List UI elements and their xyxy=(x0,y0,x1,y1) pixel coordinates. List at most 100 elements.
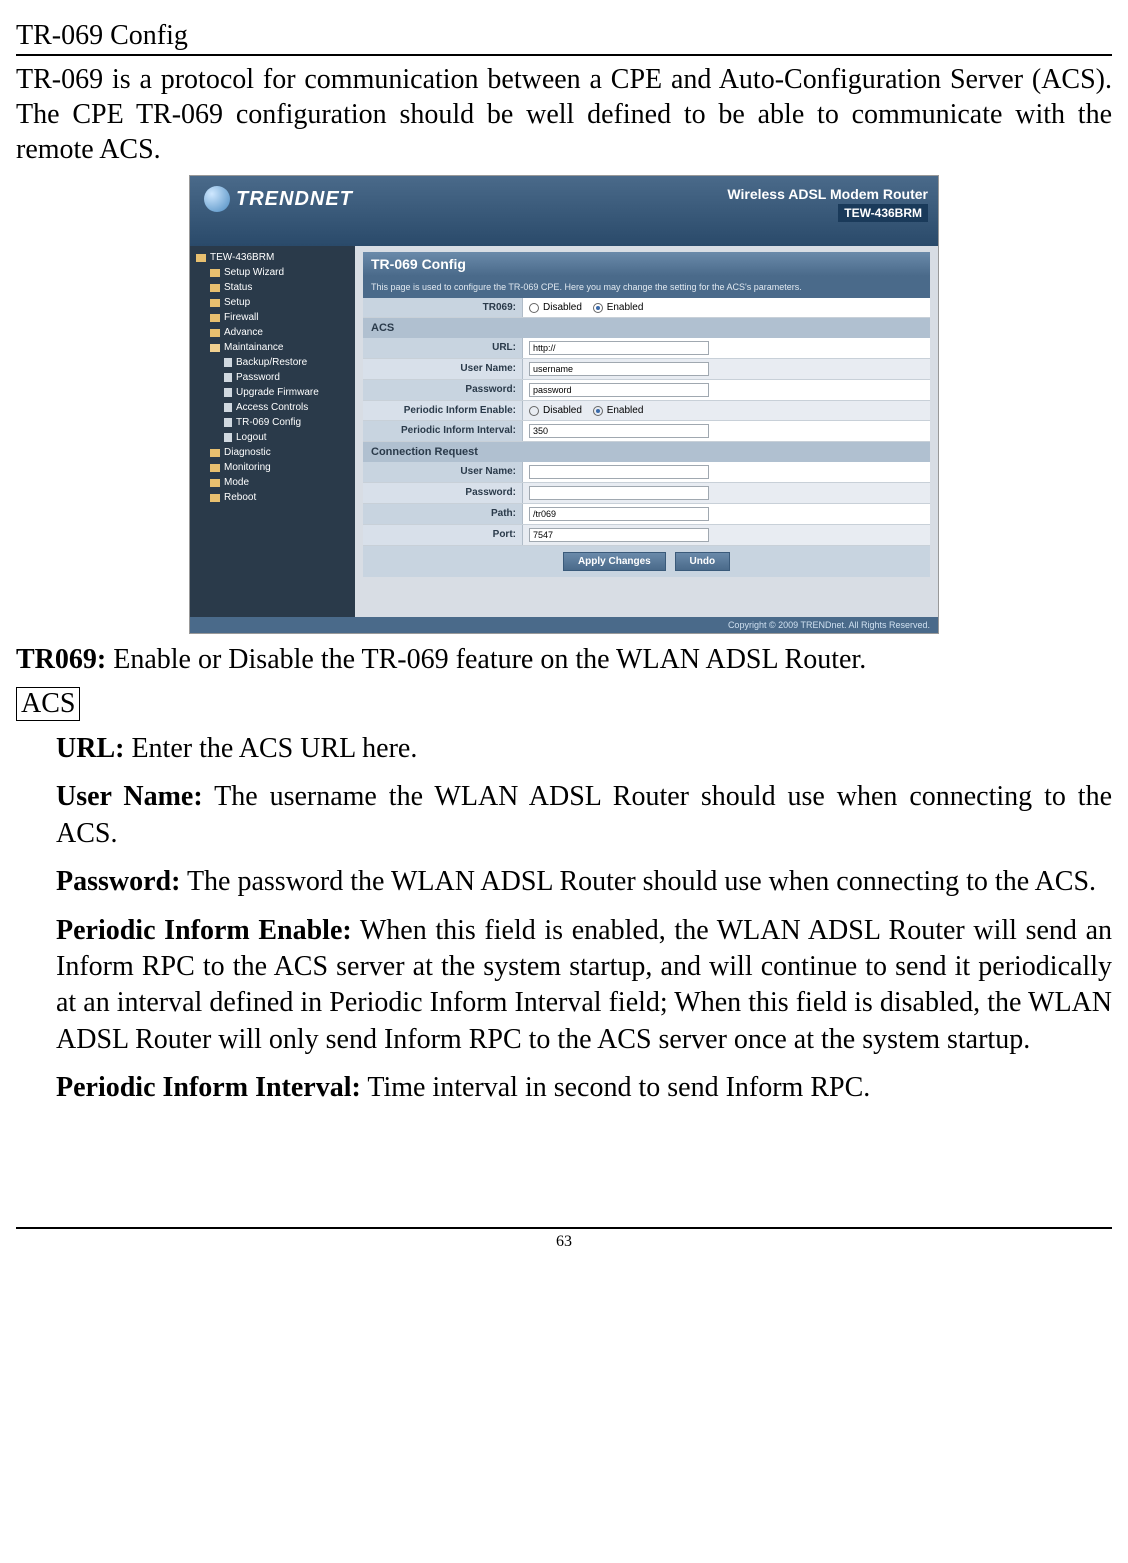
pass-bold: Password: xyxy=(56,866,180,897)
cr-username-label: User Name: xyxy=(363,462,523,482)
nav-subitem[interactable]: Logout xyxy=(190,430,355,445)
logo-icon xyxy=(204,186,230,212)
tr069-text: Enable or Disable the TR-069 feature on … xyxy=(106,644,866,675)
radio-disabled[interactable] xyxy=(529,303,539,313)
nav-item[interactable]: Setup xyxy=(190,295,355,310)
nav-label: Diagnostic xyxy=(224,447,271,458)
nav-sub-label: TR-069 Config xyxy=(236,417,301,428)
ss-header: TRENDNET Wireless ADSL Modem Router TEW-… xyxy=(190,176,938,246)
username-input[interactable] xyxy=(529,362,709,376)
folder-icon xyxy=(210,269,220,277)
pie-para: Periodic Inform Enable: When this field … xyxy=(16,913,1112,1059)
password-label: Password: xyxy=(363,380,523,400)
nav-item[interactable]: Monitoring xyxy=(190,460,355,475)
username-label: User Name: xyxy=(363,359,523,379)
user-para: User Name: The username the WLAN ADSL Ro… xyxy=(16,779,1112,852)
connection-request-section: Connection Request xyxy=(363,442,930,462)
url-input[interactable] xyxy=(529,341,709,355)
brand-text: TRENDNET xyxy=(236,188,353,211)
cr-username-row: User Name: xyxy=(363,462,930,483)
page-title: TR-069 Config xyxy=(16,20,1112,56)
nav-label: Setup xyxy=(224,297,250,308)
folder-open-icon xyxy=(210,344,220,352)
path-label: Path: xyxy=(363,504,523,524)
nav-root-label: TEW-436BRM xyxy=(210,252,274,263)
file-icon xyxy=(224,433,232,442)
radio-disabled-label: Disabled xyxy=(543,302,582,313)
nav-subitem[interactable]: Upgrade Firmware xyxy=(190,385,355,400)
folder-icon xyxy=(210,479,220,487)
file-icon xyxy=(224,403,232,412)
panel-description: This page is used to configure the TR-06… xyxy=(363,276,930,298)
nav-label: Mode xyxy=(224,477,249,488)
nav-subitem[interactable]: Password xyxy=(190,370,355,385)
undo-button[interactable]: Undo xyxy=(675,552,731,571)
path-row: Path: xyxy=(363,504,930,525)
nav-subitem[interactable]: Backup/Restore xyxy=(190,355,355,370)
ss-body: TEW-436BRM Setup Wizard Status Setup Fir… xyxy=(190,246,938,617)
folder-icon xyxy=(210,284,220,292)
periodic-enable-row: Periodic Inform Enable: Disabled Enabled xyxy=(363,401,930,421)
header-line1: Wireless ADSL Modem Router xyxy=(727,186,928,202)
url-bold: URL: xyxy=(56,733,124,764)
radio-enabled[interactable] xyxy=(593,303,603,313)
folder-icon xyxy=(210,299,220,307)
acs-section: ACS xyxy=(363,318,930,338)
radio-enabled-label: Enabled xyxy=(607,405,644,416)
nav-subitem[interactable]: Access Controls xyxy=(190,400,355,415)
cr-password-input[interactable] xyxy=(529,486,709,500)
apply-changes-button[interactable]: Apply Changes xyxy=(563,552,666,571)
periodic-interval-row: Periodic Inform Interval: xyxy=(363,421,930,442)
radio-enabled[interactable] xyxy=(593,406,603,416)
tr069-para: TR069: Enable or Disable the TR-069 feat… xyxy=(16,642,1112,677)
nav-item[interactable]: Advance xyxy=(190,325,355,340)
nav-item[interactable]: Diagnostic xyxy=(190,445,355,460)
nav-subitem[interactable]: TR-069 Config xyxy=(190,415,355,430)
radio-disabled[interactable] xyxy=(529,406,539,416)
nav-label: Reboot xyxy=(224,492,256,503)
radio-enabled-label: Enabled xyxy=(607,302,644,313)
file-icon xyxy=(224,388,232,397)
cr-password-row: Password: xyxy=(363,483,930,504)
nav-sub-label: Access Controls xyxy=(236,402,308,413)
path-input[interactable] xyxy=(529,507,709,521)
pie-bold: Periodic Inform Enable: xyxy=(56,915,352,946)
nav-sub-label: Backup/Restore xyxy=(236,357,307,368)
nav-root[interactable]: TEW-436BRM xyxy=(190,250,355,265)
password-input[interactable] xyxy=(529,383,709,397)
router-screenshot: TRENDNET Wireless ADSL Modem Router TEW-… xyxy=(189,175,939,634)
periodic-interval-label: Periodic Inform Interval: xyxy=(363,421,523,441)
nav-item[interactable]: Mode xyxy=(190,475,355,490)
main-panel: TR-069 Config This page is used to confi… xyxy=(355,246,938,617)
folder-icon xyxy=(210,314,220,322)
file-icon xyxy=(224,418,232,427)
port-input[interactable] xyxy=(529,528,709,542)
nav-item[interactable]: Setup Wizard xyxy=(190,265,355,280)
acs-box: ACS xyxy=(16,687,80,721)
folder-icon xyxy=(210,329,220,337)
port-row: Port: xyxy=(363,525,930,546)
nav-label: Monitoring xyxy=(224,462,271,473)
nav-item-open[interactable]: Maintainance xyxy=(190,340,355,355)
radio-disabled-label: Disabled xyxy=(543,405,582,416)
nav-item[interactable]: Firewall xyxy=(190,310,355,325)
config-form: TR069: Disabled Enabled ACS URL: User Na… xyxy=(363,298,930,577)
panel-title: TR-069 Config xyxy=(363,252,930,276)
pass-text: The password the WLAN ADSL Router should… xyxy=(180,866,1096,897)
nav-label: Status xyxy=(224,282,252,293)
periodic-interval-input[interactable] xyxy=(529,424,709,438)
cr-username-input[interactable] xyxy=(529,465,709,479)
user-bold: User Name: xyxy=(56,781,203,812)
folder-icon xyxy=(210,449,220,457)
username-row: User Name: xyxy=(363,359,930,380)
pass-para: Password: The password the WLAN ADSL Rou… xyxy=(16,864,1112,900)
tr069-label: TR069: xyxy=(363,298,523,317)
tr069-row: TR069: Disabled Enabled xyxy=(363,298,930,318)
nav-item[interactable]: Reboot xyxy=(190,490,355,505)
button-row: Apply Changes Undo xyxy=(363,546,930,577)
password-row: Password: xyxy=(363,380,930,401)
periodic-enable-label: Periodic Inform Enable: xyxy=(363,401,523,420)
nav-label: Advance xyxy=(224,327,263,338)
tr069-value: Disabled Enabled xyxy=(523,298,930,317)
nav-item[interactable]: Status xyxy=(190,280,355,295)
